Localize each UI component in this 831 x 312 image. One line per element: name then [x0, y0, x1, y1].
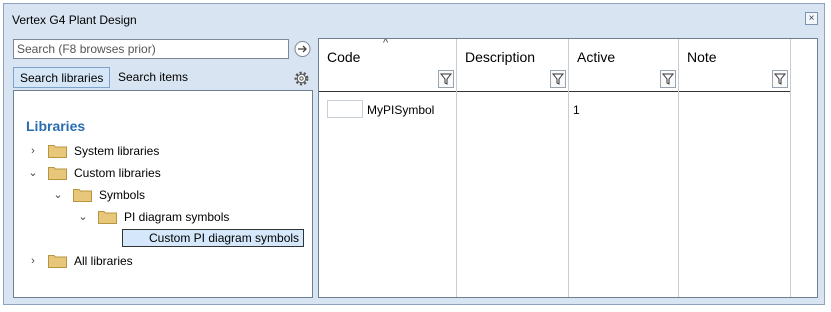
filter-icon	[661, 73, 675, 85]
column-header-active[interactable]: Active	[569, 39, 678, 69]
filter-button[interactable]	[772, 70, 788, 88]
folder-icon	[98, 211, 117, 224]
filter-button[interactable]	[660, 70, 676, 88]
column-note: Note	[679, 39, 791, 297]
column-header-note[interactable]: Note	[679, 39, 790, 69]
filter-button[interactable]	[438, 70, 454, 88]
title-bar: Vertex G4 Plant Design ×	[4, 4, 824, 34]
cell-active[interactable]: 1	[573, 103, 580, 117]
cell-code[interactable]: MyPISymbol	[367, 103, 434, 117]
chevron-down-icon[interactable]: ⌄	[26, 166, 40, 180]
tree-item-label: All libraries	[74, 254, 133, 268]
tree-heading: Libraries	[26, 118, 86, 134]
column-title: Note	[687, 49, 717, 65]
app-window: Vertex G4 Plant Design × Search librarie…	[3, 3, 825, 305]
tree-item-label: PI diagram symbols	[124, 210, 230, 224]
folder-icon	[48, 255, 67, 268]
chevron-right-icon[interactable]: ›	[26, 144, 40, 158]
column-title: Code	[327, 49, 361, 65]
filter-cell-active[interactable]	[569, 69, 678, 92]
library-tree: Libraries › System libraries ⌄ Custom li…	[13, 90, 313, 298]
arrow-right-icon	[294, 41, 311, 57]
window-title: Vertex G4 Plant Design	[12, 13, 137, 27]
search-go-button[interactable]	[292, 39, 313, 59]
results-grid: ^ Code MyPISymbol Description Active 1 N…	[318, 38, 818, 298]
folder-icon	[48, 167, 67, 180]
tab-search-libraries[interactable]: Search libraries	[13, 67, 110, 88]
search-input[interactable]	[13, 39, 289, 59]
filter-cell-description[interactable]	[457, 69, 568, 92]
filter-cell-code[interactable]	[319, 69, 456, 92]
folder-icon	[73, 189, 92, 202]
column-description: Description	[457, 39, 569, 297]
close-button[interactable]: ×	[805, 12, 818, 25]
sort-ascending-icon: ^	[383, 38, 389, 49]
tree-item-label: Custom libraries	[74, 166, 161, 180]
folder-icon	[48, 145, 67, 158]
tree-item-label: System libraries	[74, 144, 160, 158]
chevron-down-icon[interactable]: ⌄	[76, 210, 90, 224]
column-code: ^ Code MyPISymbol	[319, 39, 457, 297]
tree-item-label: Custom PI diagram symbols	[122, 229, 305, 247]
filter-icon	[773, 73, 787, 85]
column-title: Description	[465, 49, 536, 65]
filter-button[interactable]	[550, 70, 566, 88]
symbol-preview	[327, 100, 363, 118]
filter-cell-note[interactable]	[679, 69, 790, 92]
chevron-down-icon[interactable]: ⌄	[51, 188, 65, 202]
column-header-description[interactable]: Description	[457, 39, 568, 69]
column-active: Active 1	[569, 39, 679, 297]
close-icon: ×	[808, 13, 815, 24]
gear-icon	[294, 71, 309, 86]
filter-icon	[439, 73, 453, 85]
tab-search-items[interactable]: Search items	[112, 67, 194, 88]
settings-button[interactable]	[291, 68, 312, 89]
chevron-right-icon[interactable]: ›	[26, 254, 40, 268]
filter-icon	[551, 73, 565, 85]
tree-item-label: Symbols	[99, 188, 146, 202]
column-header-code[interactable]: ^ Code	[319, 39, 456, 69]
column-title: Active	[577, 49, 616, 65]
